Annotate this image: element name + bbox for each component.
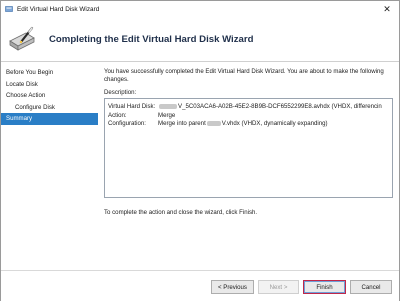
finish-hint: To complete the action and close the wiz… [104,209,258,216]
summary-row: Virtual Hard Disk: V_5C03ACA6-A02B-45E2-… [108,103,389,112]
disk-wizard-icon [5,6,13,12]
step-summary[interactable]: Summary [1,113,98,125]
summary-row: Configuration: Merge into parent V.vhdx (… [108,120,389,129]
row-value-text: V_5C03ACA6-A02B-45E2-8B9B-DCF6552299E8.a… [178,103,382,111]
row-key: Configuration: [108,120,146,128]
intro-text: You have successfully completed the Edit… [104,68,384,84]
wizard-window: Edit Virtual Hard Disk Wizard ✕ Completi… [0,0,400,301]
step-choose-action[interactable]: Choose Action [1,90,98,102]
next-button[interactable]: Next > [258,280,299,294]
step-configure-disk[interactable]: Configure Disk [1,102,98,114]
page-title: Completing the Edit Virtual Hard Disk Wi… [49,34,254,45]
row-value: Merge [158,111,176,119]
title-bar: Edit Virtual Hard Disk Wizard ✕ [1,1,399,17]
button-bar: < Previous Next > Finish Cancel [1,270,399,301]
row-value-prefix: Merge into parent [158,120,206,128]
cancel-button[interactable]: Cancel [350,280,392,294]
wizard-disk-icon [9,26,35,51]
wizard-header: Completing the Edit Virtual Hard Disk Wi… [1,17,399,62]
summary-row: Action: Merge [108,112,389,121]
wizard-steps-sidebar: Before You Begin Locate Disk Choose Acti… [1,63,98,269]
previous-button[interactable]: < Previous [211,280,254,294]
close-icon[interactable]: ✕ [381,3,393,15]
row-key: Virtual Hard Disk: [108,103,156,111]
row-value: Merge into parent V.vhdx (VHDX, dynamical… [158,120,328,129]
redacted-block [159,104,177,110]
step-locate-disk[interactable]: Locate Disk [1,79,98,91]
step-before-you-begin[interactable]: Before You Begin [1,67,98,79]
redacted-block [206,121,221,127]
description-box[interactable]: Virtual Hard Disk: V_5C03ACA6-A02B-45E2-… [104,98,393,199]
window-title: Edit Virtual Hard Disk Wizard [17,5,100,13]
description-label: Description: [104,89,137,97]
row-value-text: V.vhdx (VHDX, dynamically expanding) [221,120,328,128]
finish-button[interactable]: Finish [303,280,346,294]
row-value: V_5C03ACA6-A02B-45E2-8B9B-DCF6552299E8.a… [158,103,382,112]
summary-content: You have successfully completed the Edit… [104,68,394,268]
row-key: Action: [108,111,127,119]
